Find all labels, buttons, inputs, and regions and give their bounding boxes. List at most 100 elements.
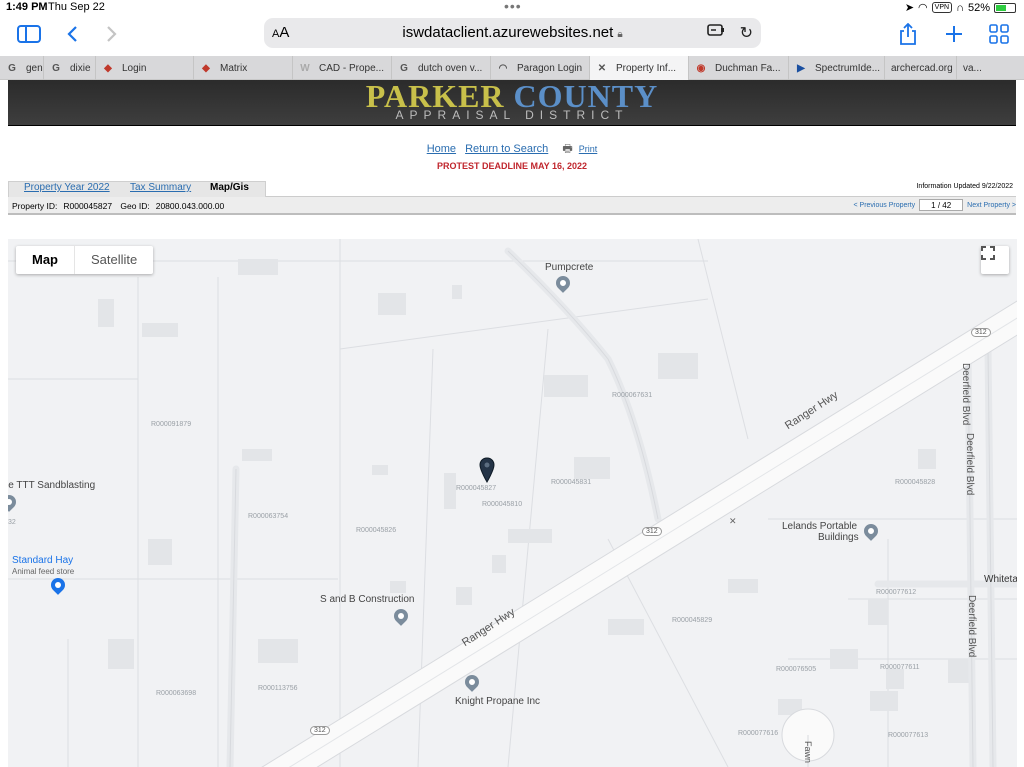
- route-shield-312: 312: [310, 726, 330, 735]
- property-tabs: Property Year 2022 Tax Summary Map/Gis I…: [8, 181, 1016, 197]
- lock-icon: 🔒︎: [617, 29, 623, 40]
- browser-tab[interactable]: ◠ Paragon Login: [491, 56, 590, 80]
- back-button[interactable]: [64, 20, 80, 48]
- selected-property-pin-icon[interactable]: [479, 457, 495, 483]
- parcel-label: R000045827: [456, 485, 497, 492]
- page-indicator-input[interactable]: 1 / 42: [919, 199, 964, 211]
- browser-tab[interactable]: ◉ Duchman Fa...: [689, 56, 789, 80]
- nav-links: Home Return to Search 🖶︎ Print: [0, 140, 1024, 159]
- forward-button[interactable]: [104, 20, 120, 48]
- poi-label-lelands-line2[interactable]: Buildings: [818, 532, 859, 543]
- previous-property-link[interactable]: < Previous Property: [854, 202, 916, 209]
- site-header-banner: PARKER COUNTY APPRAISAL DISTRICT: [8, 80, 1016, 126]
- parcel-label: R000113756: [258, 685, 298, 692]
- parcel-label: R000045829: [672, 617, 713, 624]
- status-bar: 1:49 PM Thu Sep 22 ••• ➤ ◠ VPN ∩ 52%: [0, 0, 1024, 16]
- address-bar[interactable]: AA iswdataclient.azurewebsites.net 🔒︎ ↻: [264, 18, 761, 48]
- tab-overview-icon[interactable]: [988, 20, 1010, 48]
- browser-tab[interactable]: ◆ Login: [96, 56, 194, 80]
- tab-label: va...: [963, 62, 982, 74]
- status-right: ➤ ◠ VPN ∩ 52%: [905, 1, 1016, 14]
- tab-label: Duchman Fa...: [715, 62, 781, 74]
- parcel-label: R000063754: [248, 513, 289, 520]
- parcel-label: R000077611: [880, 664, 920, 671]
- extension-icon[interactable]: [707, 23, 725, 42]
- property-id-value: R000045827: [63, 201, 113, 211]
- parcel-label: R000077612: [876, 589, 917, 596]
- browser-tab[interactable]: Gdutch oven v...: [392, 56, 491, 80]
- battery-percent: 52%: [967, 1, 990, 14]
- tab-label: CAD - Prope...: [319, 62, 385, 74]
- tab-label: Paragon Login: [517, 62, 583, 74]
- next-property-link[interactable]: Next Property >: [967, 202, 1016, 209]
- geo-id-label: Geo ID:: [120, 201, 150, 211]
- tab-favicon: G: [8, 62, 16, 74]
- browser-tab[interactable]: va...: [957, 56, 1024, 80]
- tab-strip: Ggen Gdixie ◆ Login ◆ Matrix W CAD - Prope.…: [0, 56, 1024, 80]
- tab-favicon: G: [400, 62, 408, 74]
- browser-tab[interactable]: ◆ Matrix: [194, 56, 293, 80]
- poi-label-knight-propane[interactable]: Knight Propane Inc: [455, 696, 540, 707]
- parcel-label: R000045826: [356, 527, 397, 534]
- browser-tab-active[interactable]: ✕ Property Inf...: [590, 56, 689, 80]
- map-view[interactable]: Map Satellite Ranger Hwy Ranger Hwy Deer…: [8, 239, 1017, 767]
- fullscreen-icon[interactable]: [981, 246, 1009, 274]
- road-label-deerfield-blvd: Deerfield Blvd: [966, 595, 977, 658]
- map-type-satellite-button[interactable]: Satellite: [75, 246, 153, 274]
- poi-label-lelands[interactable]: Lelands Portable: [782, 521, 857, 532]
- tab-label: Login: [122, 62, 147, 74]
- new-tab-icon[interactable]: [944, 20, 964, 48]
- tab-label: gen: [26, 62, 43, 74]
- geo-id-value: 20800.043.000.00: [155, 201, 225, 211]
- reload-icon[interactable]: ↻: [740, 23, 753, 43]
- road-label-deerfield-blvd: Deerfield Blvd: [960, 363, 971, 426]
- close-icon: ✕: [729, 516, 737, 526]
- tab-favicon: W: [300, 62, 310, 74]
- poi-label-pumpcrete[interactable]: Pumpcrete: [545, 262, 593, 273]
- property-id-bar: Property ID: R000045827 Geo ID: 20800.043.…: [8, 197, 1016, 215]
- parcel-label: R000091879: [151, 421, 192, 428]
- info-updated: Information Updated 9/22/2022: [916, 183, 1013, 190]
- printer-icon[interactable]: 🖶︎: [562, 143, 572, 155]
- parcel-label: R000045831: [551, 479, 592, 486]
- close-tab-icon: ✕: [597, 62, 607, 74]
- poi-label-s-and-b-construction[interactable]: S and B Construction: [320, 594, 415, 605]
- browser-tab[interactable]: ▶ SpectrumIde...: [789, 56, 885, 80]
- tab-favicon: ◠: [498, 62, 508, 74]
- tab-favicon: ◆: [104, 62, 112, 74]
- map-type-toggle: Map Satellite: [16, 246, 154, 274]
- map-type-map-button[interactable]: Map: [16, 246, 75, 274]
- site-logo-subtitle: APPRAISAL DISTRICT: [395, 108, 629, 122]
- tab-label: dutch oven v...: [418, 62, 483, 74]
- vpn-badge: VPN: [931, 2, 953, 13]
- battery-icon: [994, 2, 1016, 13]
- tab-favicon: G: [52, 62, 60, 74]
- tab-tax-summary[interactable]: Tax Summary: [130, 182, 191, 193]
- tab-map-gis[interactable]: Map/Gis: [210, 182, 249, 193]
- browser-tab[interactable]: Gdixie: [44, 56, 96, 80]
- parcel-label: R000077616: [738, 730, 779, 737]
- multitask-dots-icon[interactable]: •••: [504, 0, 522, 14]
- share-icon[interactable]: [898, 20, 918, 48]
- property-pager: < Previous Property 1 / 42 Next Property…: [854, 199, 1016, 211]
- browser-toolbar: AA iswdataclient.azurewebsites.net 🔒︎ ↻: [0, 16, 1024, 56]
- wifi-icon: ◠: [918, 2, 928, 14]
- tab-label: SpectrumIde...: [815, 62, 881, 74]
- parcel-label: R000045810: [482, 501, 523, 508]
- browser-tab[interactable]: W CAD - Prope...: [293, 56, 392, 80]
- browser-tab[interactable]: archercad.org: [885, 56, 957, 80]
- browser-tab[interactable]: Ggen: [0, 56, 44, 80]
- return-to-search-link[interactable]: Return to Search: [465, 143, 548, 155]
- status-date: Thu Sep 22: [48, 1, 105, 13]
- tab-property-year[interactable]: Property Year 2022: [24, 182, 110, 193]
- tab-label: dixie: [70, 62, 91, 74]
- tab-label: archercad.org: [891, 62, 953, 74]
- url-text[interactable]: iswdataclient.azurewebsites.net: [402, 24, 613, 41]
- poi-sublabel: Animal feed store: [12, 567, 75, 576]
- home-link[interactable]: Home: [427, 143, 456, 155]
- print-link[interactable]: Print: [579, 144, 598, 154]
- poi-label-sandblasting[interactable]: le TTT Sandblasting: [8, 480, 95, 491]
- road-label-fawn: Fawn: [803, 741, 813, 764]
- sidebar-toggle-icon[interactable]: [16, 20, 42, 48]
- poi-label-standard-hay[interactable]: Standard Hay: [12, 555, 73, 566]
